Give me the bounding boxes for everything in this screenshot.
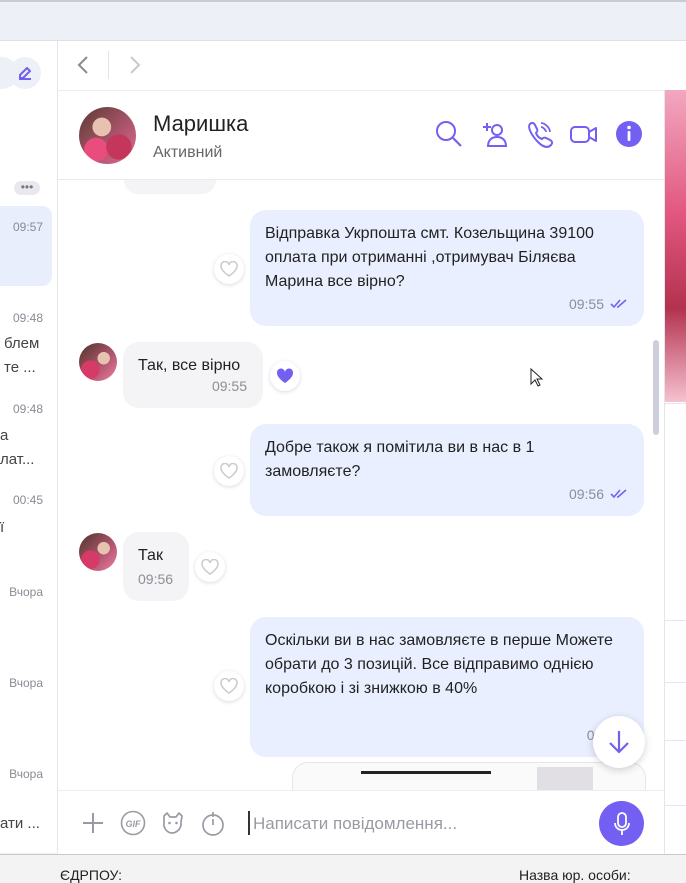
sticker-icon[interactable] <box>160 810 186 836</box>
contact-status: Активний <box>153 144 223 161</box>
chat-time: 00:45 <box>12 493 43 507</box>
message-outgoing[interactable]: Оскільки ви в нас замовляєте в перше Мож… <box>250 617 644 757</box>
message-list: Відправка Укрпошта смт. Козельщина 39100… <box>58 180 664 790</box>
mouse-pointer-icon <box>530 368 544 387</box>
chat-preview: ї <box>0 519 5 536</box>
chat-preview: лат... <box>0 451 35 468</box>
compose-icon <box>19 67 31 80</box>
double-check-icon <box>610 299 627 309</box>
contact-avatar-small[interactable] <box>79 343 117 381</box>
message-bubble-partial <box>124 180 216 194</box>
message-meta: 09:55 <box>212 374 247 398</box>
message-input[interactable]: Написати повідомлення... <box>253 814 457 834</box>
like-button[interactable] <box>195 552 225 582</box>
heart-icon <box>276 368 294 383</box>
chat-time: 09:48 <box>12 402 43 416</box>
heart-icon <box>201 559 219 575</box>
like-button[interactable] <box>214 456 244 486</box>
video-icon[interactable] <box>569 119 599 149</box>
plus-icon[interactable] <box>80 810 106 836</box>
timer-icon[interactable] <box>200 810 226 836</box>
voice-message-button[interactable] <box>599 801 644 846</box>
chat-header: Маришка Активний <box>58 91 664 180</box>
image-message[interactable] <box>292 762 646 790</box>
chat-preview: блем <box>4 335 40 352</box>
double-check-icon <box>610 489 627 499</box>
scroll-to-bottom-button[interactable] <box>593 716 645 768</box>
chat-time: Вчора <box>9 767 43 781</box>
message-time: 09:56 <box>138 571 174 587</box>
message-text: Так <box>138 547 163 564</box>
more-button[interactable]: ••• <box>14 181 40 195</box>
like-button[interactable] <box>214 254 244 284</box>
message-text: Добре також я помітила ви в нас в 1 замо… <box>265 439 535 480</box>
like-button-active[interactable] <box>270 361 300 391</box>
like-button[interactable] <box>214 671 244 701</box>
contact-info-panel <box>664 90 686 854</box>
heart-icon <box>220 261 238 277</box>
image-preview <box>361 771 491 790</box>
svg-text:GIF: GIF <box>126 819 142 829</box>
gif-icon[interactable]: GIF <box>120 810 146 836</box>
chat-preview: те ... <box>4 359 36 376</box>
chat-list: ••• 09:57 09:48 блем те ... 09:48 а лат.… <box>0 41 58 853</box>
heart-icon <box>220 678 238 694</box>
compose-button[interactable] <box>9 57 41 89</box>
panel-divider <box>665 740 686 741</box>
background-page-bar: ЄДРПОУ: Назва юр. особи: <box>0 854 686 883</box>
message-text: Так, все вірно <box>138 357 241 374</box>
panel-divider <box>665 403 686 404</box>
contact-name[interactable]: Маришка <box>153 111 248 137</box>
message-incoming[interactable]: Так, все вірно 09:55 <box>123 342 263 408</box>
back-arrow-icon[interactable] <box>74 54 94 76</box>
panel-divider <box>665 620 686 621</box>
window-top-band <box>0 0 686 41</box>
message-time: 09:56 <box>568 486 604 502</box>
message-outgoing[interactable]: Добре також я помітила ви в нас в 1 замо… <box>250 424 644 516</box>
contact-photo <box>665 90 686 402</box>
message-meta: 09:56 <box>569 482 628 506</box>
panel-divider <box>665 682 686 683</box>
arrow-down-icon <box>609 731 629 754</box>
microphone-icon <box>613 811 630 835</box>
message-time: 09:55 <box>568 296 604 312</box>
add-contact-icon[interactable] <box>479 119 509 149</box>
info-icon[interactable] <box>614 119 644 149</box>
message-composer: GIF Написати повідомлення... <box>58 790 664 855</box>
message-meta: 09:56 <box>138 567 173 591</box>
text-caret <box>248 811 250 835</box>
chat-preview: ати ... <box>0 815 40 832</box>
message-time: 09:55 <box>211 378 247 394</box>
navigation-bar <box>58 41 686 91</box>
chat-time: Вчора <box>9 676 43 690</box>
chat-time: 09:57 <box>12 220 43 234</box>
message-scrollbar[interactable] <box>653 340 659 435</box>
contact-avatar[interactable] <box>79 107 136 164</box>
chat-list-item-selected[interactable] <box>0 206 52 286</box>
message-text: Відправка Укрпошта смт. Козельщина 39100… <box>265 225 594 290</box>
chat-time: Вчора <box>9 585 43 599</box>
heart-icon <box>220 463 238 479</box>
phone-icon[interactable] <box>524 119 554 149</box>
chat-preview: а <box>0 427 9 444</box>
message-incoming[interactable]: Так 09:56 <box>123 532 189 601</box>
message-meta: 09:55 <box>569 292 628 316</box>
panel-divider <box>665 805 686 806</box>
message-text: Оскільки ви в нас замовляєте в перше Мож… <box>265 632 613 697</box>
search-icon[interactable] <box>434 119 464 149</box>
forward-arrow-icon[interactable] <box>124 54 144 76</box>
nav-divider <box>108 51 109 79</box>
image-preview <box>537 767 593 790</box>
message-outgoing[interactable]: Відправка Укрпошта смт. Козельщина 39100… <box>250 210 644 326</box>
contact-avatar-small[interactable] <box>79 533 117 571</box>
chat-time: 09:48 <box>12 311 43 325</box>
